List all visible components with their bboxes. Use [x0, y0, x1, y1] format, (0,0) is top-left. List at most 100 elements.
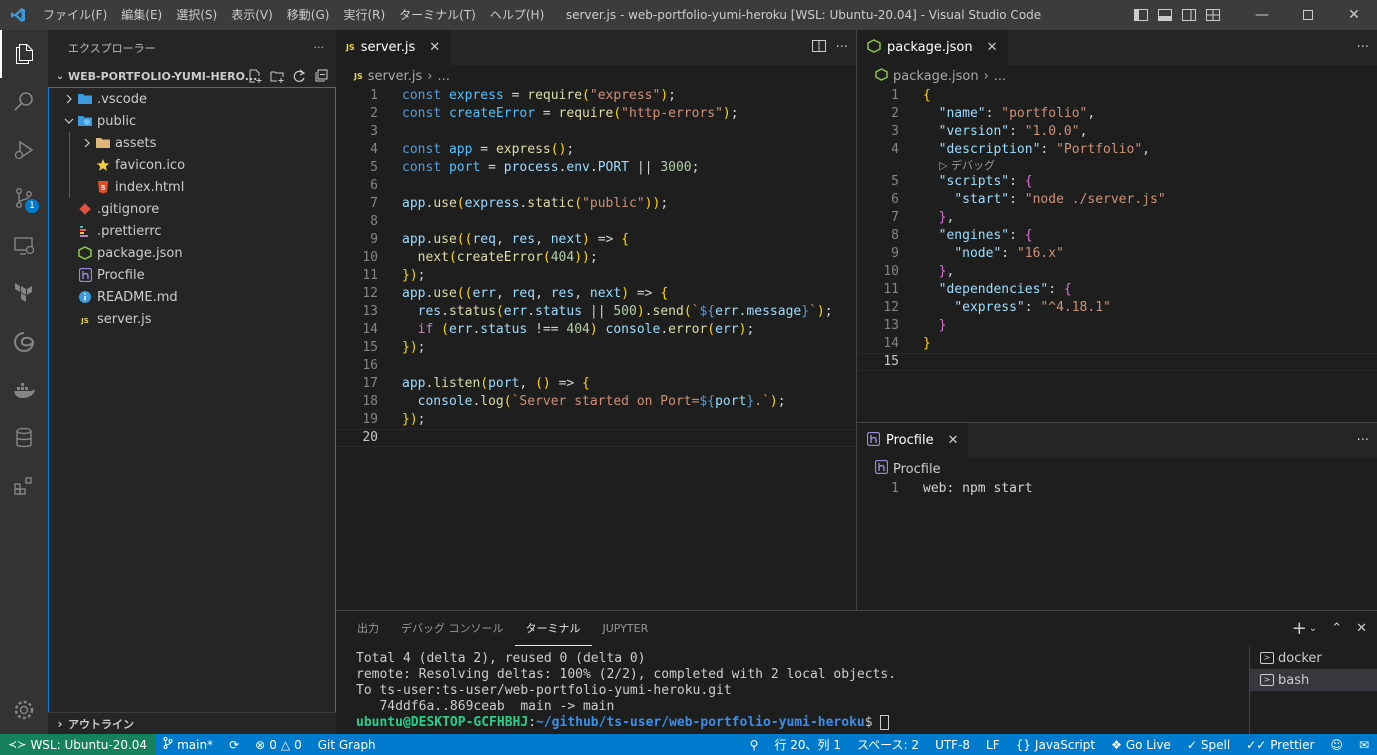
menu-item[interactable]: 移動(G) [280, 0, 337, 30]
minimize-icon[interactable]: — [1239, 0, 1285, 30]
panel-tab[interactable]: JUPYTER [592, 611, 660, 646]
notifications-icon[interactable]: ✉ [1351, 738, 1377, 752]
new-terminal-icon[interactable]: + [1292, 618, 1307, 639]
eol[interactable]: LF [978, 738, 1008, 752]
refresh-icon[interactable] [290, 67, 308, 85]
tree-item[interactable]: .vscode [49, 88, 335, 110]
customize-layout-icon[interactable] [1201, 0, 1225, 30]
debug-codelens[interactable]: ▷ デバッグ [857, 159, 1377, 173]
new-file-icon[interactable] [246, 67, 264, 85]
chevron-down-icon[interactable]: ⌄ [1309, 623, 1317, 634]
menu-item[interactable]: ファイル(F) [36, 0, 114, 30]
sync-icon[interactable]: ⟳ [221, 738, 247, 752]
svg-text:5: 5 [101, 184, 106, 192]
edge-icon[interactable] [0, 318, 48, 366]
panel-tab[interactable]: ターミナル [514, 611, 592, 646]
toggle-secondary-sidebar-icon[interactable] [1177, 0, 1201, 30]
maximize-icon[interactable] [1285, 0, 1331, 30]
outline-section-header[interactable]: › アウトライン [48, 712, 336, 734]
breadcrumb-more[interactable]: ... [994, 69, 1006, 84]
more-actions-icon[interactable]: ··· [836, 40, 848, 55]
code-text: "name": "portfolio", [938, 106, 1096, 121]
explorer-more-icon[interactable]: ··· [314, 41, 325, 54]
line-number: 3 [891, 124, 899, 139]
tab-server-js[interactable]: JS server.js ✕ [336, 30, 451, 65]
collapse-all-icon[interactable] [312, 67, 330, 85]
close-icon[interactable]: ✕ [987, 40, 998, 55]
tree-item[interactable]: public [49, 110, 335, 132]
tree-item[interactable]: assets [49, 132, 335, 154]
search-icon[interactable] [0, 78, 48, 126]
source-control-icon[interactable]: 1 [0, 174, 48, 222]
menu-item[interactable]: ターミナル(T) [392, 0, 483, 30]
split-editor-icon[interactable] [811, 39, 826, 56]
run-debug-icon[interactable] [0, 126, 48, 174]
location-icon[interactable]: ⚲ [742, 738, 767, 752]
terminal-instance[interactable]: > bash [1250, 669, 1377, 691]
problems-indicator[interactable]: ⊗ 0 △ 0 [247, 738, 310, 752]
menu-item[interactable]: 実行(R) [336, 0, 392, 30]
language-mode[interactable]: {} JavaScript [1008, 738, 1103, 752]
panel-tab[interactable]: 出力 [346, 611, 390, 646]
close-icon[interactable]: ✕ [429, 40, 440, 55]
maximize-panel-icon[interactable]: ⌃ [1331, 621, 1342, 636]
terminal-instance[interactable]: > docker [1250, 647, 1377, 669]
close-window-icon[interactable]: ✕ [1331, 0, 1377, 30]
tree-item[interactable]: .prettierrc [49, 220, 335, 242]
indentation[interactable]: スペース: 2 [849, 736, 927, 753]
workspace-section-header[interactable]: ⌄ WEB-PORTFOLIO-YUMI-HERO... [48, 65, 336, 87]
close-icon[interactable]: ✕ [948, 433, 959, 448]
docker-icon[interactable] [0, 366, 48, 414]
tab-package-json[interactable]: package.json ✕ [857, 30, 1008, 65]
menu-item[interactable]: 選択(S) [169, 0, 224, 30]
tree-item[interactable]: .gitignore [49, 198, 335, 220]
terminal-prompt[interactable]: ubuntu@DESKTOP-GCFHBHJ:~/github/ts-user/… [356, 715, 896, 731]
spell-button[interactable]: ✓ Spell [1179, 738, 1238, 752]
code-line: 1 const express = require("express"); [336, 87, 856, 105]
gear-icon[interactable] [0, 686, 48, 734]
menu-item[interactable]: 表示(V) [224, 0, 280, 30]
go-live-label: Go Live [1125, 737, 1171, 752]
prettier-button[interactable]: ✓✓ Prettier [1238, 738, 1322, 752]
code-editor-package-json[interactable]: 1{2 "name": "portfolio", 3 "version": "1.… [857, 87, 1377, 371]
tree-item[interactable]: JS server.js [49, 308, 335, 330]
close-panel-icon[interactable]: ✕ [1356, 621, 1367, 636]
braces-icon: {} [1015, 737, 1031, 752]
remote-indicator[interactable]: ≺≻ WSL: Ubuntu-20.04 [0, 734, 156, 755]
account-icon[interactable]: ☺ [1322, 738, 1351, 752]
tree-item[interactable]: Procfile [49, 264, 335, 286]
breadcrumb-file[interactable]: Procfile [893, 462, 941, 477]
code-line: 15 [857, 353, 1377, 371]
database-icon[interactable] [0, 414, 48, 462]
remote-explorer-icon[interactable] [0, 222, 48, 270]
go-live-button[interactable]: ❖ Go Live [1103, 738, 1179, 752]
tree-item[interactable]: 5 index.html [49, 176, 335, 198]
breadcrumb-file[interactable]: server.js [368, 69, 422, 84]
breadcrumb-file[interactable]: package.json [893, 69, 979, 84]
panel-tab[interactable]: デバッグ コンソール [390, 611, 515, 646]
menu-item[interactable]: 編集(E) [114, 0, 169, 30]
more-actions-icon[interactable]: ··· [1357, 433, 1369, 448]
cursor-position[interactable]: 行 20、列 1 [766, 736, 849, 753]
info-icon [77, 289, 93, 305]
tab-procfile[interactable]: Procfile ✕ [857, 423, 969, 458]
code-text: const app = express(); [402, 142, 575, 157]
menu-item[interactable]: ヘルプ(H) [483, 0, 551, 30]
new-folder-icon[interactable] [268, 67, 286, 85]
tree-item[interactable]: favicon.ico [49, 154, 335, 176]
extensions-icon[interactable] [0, 462, 48, 510]
encoding[interactable]: UTF-8 [927, 738, 978, 752]
tree-item[interactable]: package.json [49, 242, 335, 264]
terraform-icon[interactable] [0, 270, 48, 318]
toggle-sidebar-icon[interactable] [1129, 0, 1153, 30]
terminal-output[interactable]: Total 4 (delta 2), reused 0 (delta 0) rem… [356, 651, 896, 731]
code-editor-procfile[interactable]: 1 web: npm start [857, 480, 1377, 498]
files-icon[interactable] [0, 30, 48, 78]
git-graph-button[interactable]: Git Graph [310, 738, 384, 752]
more-actions-icon[interactable]: ··· [1357, 40, 1369, 55]
branch-indicator[interactable]: main* [155, 737, 221, 752]
breadcrumb-more[interactable]: ... [437, 69, 449, 84]
tree-item[interactable]: README.md [49, 286, 335, 308]
code-editor-server-js[interactable]: 1 const express = require("express"); 2 con… [336, 87, 856, 447]
toggle-panel-icon[interactable] [1153, 0, 1177, 30]
